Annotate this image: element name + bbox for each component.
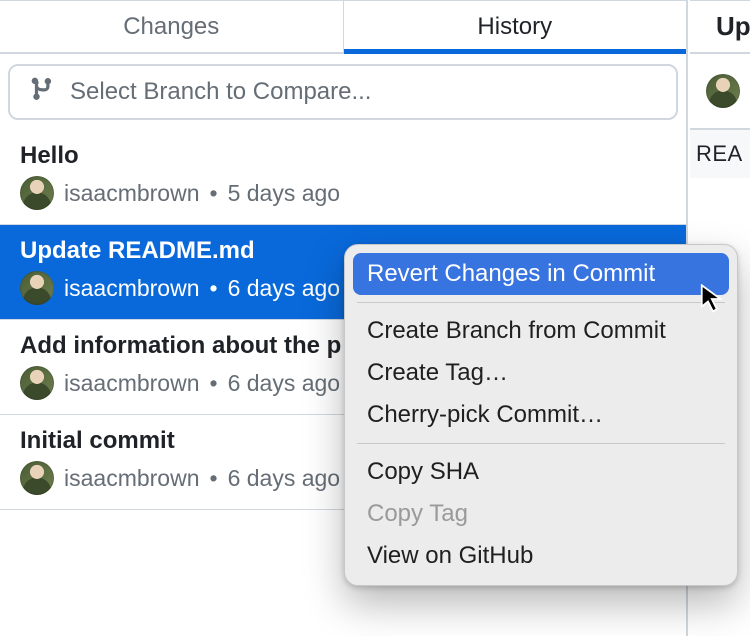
commit-time: 6 days ago xyxy=(228,370,341,397)
menu-create-tag[interactable]: Create Tag… xyxy=(353,352,729,394)
commit-author: isaacmbrown xyxy=(64,180,200,207)
separator-dot: • xyxy=(210,465,218,492)
menu-separator xyxy=(357,443,725,444)
avatar xyxy=(20,176,54,210)
avatar xyxy=(20,366,54,400)
menu-create-branch[interactable]: Create Branch from Commit xyxy=(353,310,729,352)
tab-history[interactable]: History xyxy=(343,0,687,52)
menu-cherry-pick[interactable]: Cherry-pick Commit… xyxy=(353,394,729,436)
tab-changes[interactable]: Changes xyxy=(0,0,343,52)
branch-compare-placeholder: Select Branch to Compare... xyxy=(70,78,371,106)
separator-dot: • xyxy=(210,275,218,302)
changed-file-row[interactable]: REA xyxy=(690,130,750,178)
separator-dot: • xyxy=(210,180,218,207)
commit-author: isaacmbrown xyxy=(64,465,200,492)
commit-time: 6 days ago xyxy=(228,465,341,492)
commit-title: Hello xyxy=(20,142,666,170)
avatar xyxy=(20,461,54,495)
git-branch-icon xyxy=(30,76,56,108)
menu-separator xyxy=(357,302,725,303)
changed-file-name: REA xyxy=(696,141,743,167)
detail-author-row xyxy=(690,54,750,130)
commit-time: 5 days ago xyxy=(228,180,341,207)
tab-label: History xyxy=(477,13,552,41)
avatar xyxy=(706,74,740,108)
commit-author: isaacmbrown xyxy=(64,370,200,397)
menu-copy-sha[interactable]: Copy SHA xyxy=(353,451,729,493)
commit-row[interactable]: Hello isaacmbrown • 5 days ago xyxy=(0,130,686,225)
separator-dot: • xyxy=(210,370,218,397)
tab-bar: Changes History xyxy=(0,0,686,54)
detail-title: Up xyxy=(690,0,750,54)
menu-revert-changes[interactable]: Revert Changes in Commit xyxy=(353,253,729,295)
commit-author: isaacmbrown xyxy=(64,275,200,302)
branch-compare-select[interactable]: Select Branch to Compare... xyxy=(8,64,678,120)
avatar xyxy=(20,271,54,305)
commit-context-menu: Revert Changes in Commit Create Branch f… xyxy=(344,244,738,586)
commit-time: 6 days ago xyxy=(228,275,341,302)
menu-copy-tag: Copy Tag xyxy=(353,493,729,535)
tab-label: Changes xyxy=(123,13,219,41)
menu-view-on-github[interactable]: View on GitHub xyxy=(353,535,729,577)
